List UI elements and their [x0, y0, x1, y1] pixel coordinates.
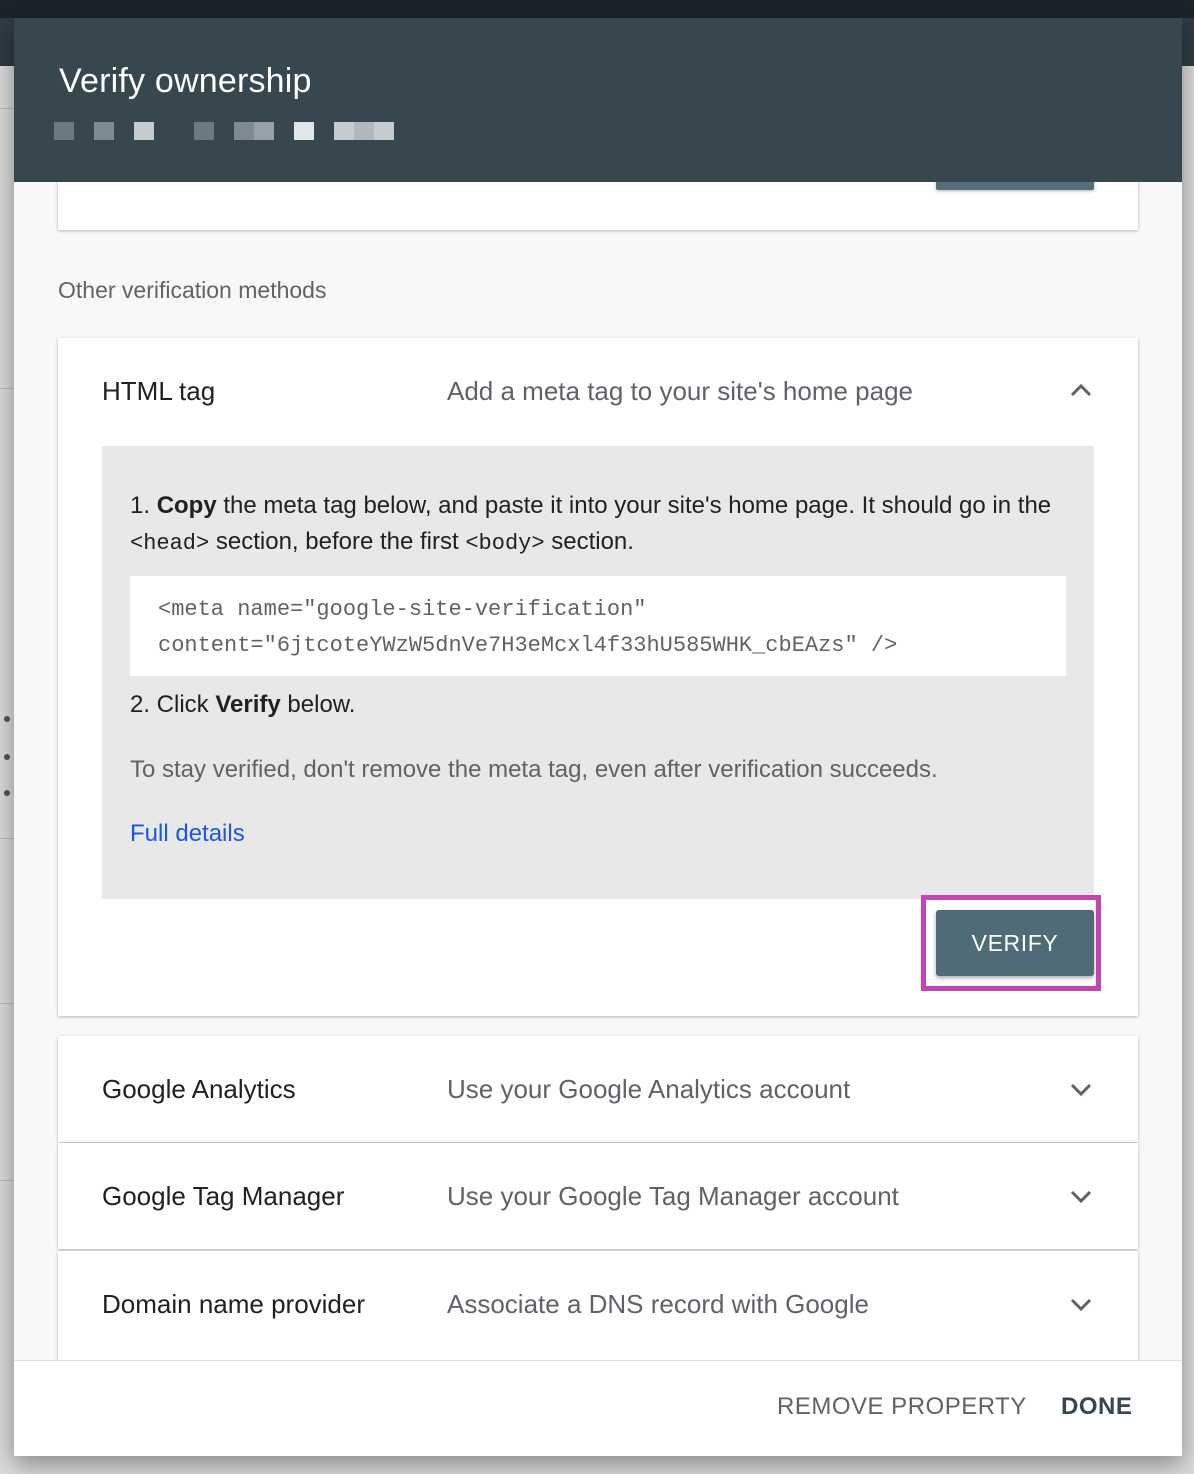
method-name: HTML tag	[102, 376, 216, 406]
chevron-up-icon[interactable]	[1068, 378, 1094, 404]
step-1-end: section.	[544, 528, 634, 555]
google-tag-manager-method-card[interactable]: Google Tag Manager Use your Google Tag M…	[58, 1143, 1138, 1249]
step-1-copy-bold: Copy	[156, 492, 217, 519]
backdrop-left-band	[0, 18, 14, 66]
redacted-property-url	[54, 122, 414, 140]
chevron-down-icon[interactable]	[1068, 1076, 1094, 1102]
backdrop-divider	[0, 1180, 14, 1181]
html-tag-instructions: 1. Copy the meta tag below, and paste it…	[102, 446, 1094, 899]
dialog-footer: REMOVE PROPERTY DONE	[14, 1360, 1182, 1456]
verify-button[interactable]: VERIFY	[936, 910, 1094, 976]
other-methods-heading: Other verification methods	[58, 277, 327, 303]
backdrop-divider	[0, 388, 14, 389]
method-name: Google Analytics	[102, 1074, 296, 1104]
method-description: Use your Google Tag Manager account	[447, 1181, 899, 1211]
method-description: Use your Google Analytics account	[447, 1074, 851, 1104]
google-analytics-method-card[interactable]: Google Analytics Use your Google Analyti…	[58, 1036, 1138, 1142]
remove-property-button[interactable]: REMOVE PROPERTY	[777, 1393, 1027, 1421]
step-1-text: 1. Copy the meta tag below, and paste it…	[130, 488, 1060, 562]
body-tag-code: <body>	[465, 531, 545, 556]
meta-tag-line-2[interactable]: content="6jtcoteYWzW5dnVe7H3eMcxl4f33hU5…	[158, 628, 1048, 664]
verify-ownership-dialog: Verify ownership Other verification meth…	[14, 18, 1182, 1456]
domain-name-provider-method-card[interactable]: Domain name provider Associate a DNS rec…	[58, 1251, 1138, 1360]
backdrop-bullet	[4, 790, 10, 796]
method-name: Domain name provider	[102, 1289, 366, 1319]
meta-tag-line-1[interactable]: <meta name="google-site-verification"	[158, 592, 1048, 628]
backdrop-divider	[0, 1003, 14, 1004]
step-2-prefix: 2. Click	[130, 691, 216, 718]
method-description: Add a meta tag to your site's home page	[447, 376, 914, 406]
dialog-header: Verify ownership	[14, 18, 1182, 182]
dialog-title: Verify ownership	[59, 62, 312, 100]
method-description: Associate a DNS record with Google	[447, 1289, 869, 1319]
backdrop-divider	[0, 838, 14, 839]
backdrop-bullet	[4, 716, 10, 722]
meta-tag-code[interactable]: <meta name="google-site-verification" con…	[158, 592, 1048, 664]
recommended-method-card	[58, 182, 1138, 230]
step-2-suffix: below.	[280, 691, 356, 718]
chevron-down-icon[interactable]	[1068, 1183, 1094, 1209]
stay-verified-note: To stay verified, don't remove the meta …	[130, 756, 938, 783]
done-button[interactable]: DONE	[1061, 1393, 1132, 1421]
step-1-number: 1.	[130, 492, 157, 519]
step-2-text: 2. Click Verify below.	[130, 691, 355, 719]
full-details-link[interactable]: Full details	[130, 820, 245, 848]
meta-tag-code-box[interactable]: <meta name="google-site-verification" con…	[130, 576, 1066, 676]
html-tag-method-card: HTML tag Add a meta tag to your site's h…	[58, 338, 1138, 1016]
backdrop-right-band	[1182, 18, 1194, 66]
backdrop-bullet	[4, 754, 10, 760]
backdrop-divider	[0, 108, 14, 109]
method-name: Google Tag Manager	[102, 1181, 345, 1211]
chevron-down-icon[interactable]	[1068, 1291, 1094, 1317]
step-2-verify-bold: Verify	[215, 691, 281, 718]
html-tag-header[interactable]: HTML tag Add a meta tag to your site's h…	[58, 338, 1138, 446]
step-1-mid: section, before the first	[209, 528, 466, 555]
head-tag-code: <head>	[130, 531, 210, 556]
dialog-scroll-content[interactable]: Other verification methods HTML tag Add …	[14, 182, 1182, 1360]
step-1-body: the meta tag below, and paste it into yo…	[216, 492, 1052, 519]
backdrop-top-bar	[0, 0, 1194, 18]
recommended-verify-button[interactable]	[936, 182, 1094, 190]
